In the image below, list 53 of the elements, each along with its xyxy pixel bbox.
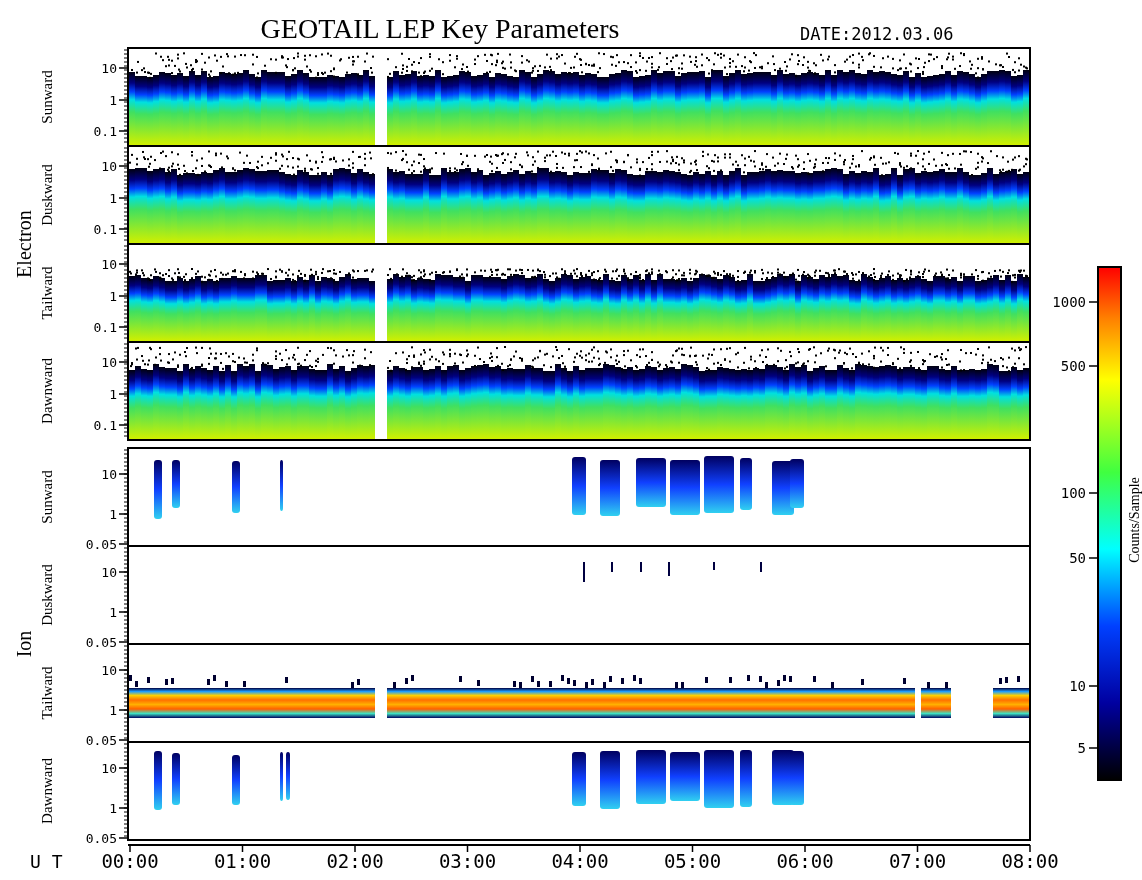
panel-label: Dawnward <box>39 758 55 824</box>
y-tick-label: 1 <box>109 387 117 402</box>
time-axis-label: U T <box>30 851 63 872</box>
panel-label: Tailward <box>39 666 55 720</box>
y-tick-label: 1 <box>109 507 117 522</box>
time-tick-label: 04:00 <box>551 850 609 872</box>
y-tick-label: 0.05 <box>85 733 117 748</box>
group-label: Ion <box>13 630 35 658</box>
y-tick-label: 0.1 <box>93 320 117 335</box>
time-tick-label: 01:00 <box>213 850 272 872</box>
colorbar-tick-label: 100 <box>1060 485 1086 501</box>
y-tick-label: 0.05 <box>85 635 117 650</box>
y-tick-label: 1 <box>109 93 117 108</box>
y-tick-label: 1 <box>109 703 117 718</box>
y-tick-label: 10 <box>101 663 117 678</box>
time-tick-label: 00:00 <box>101 850 159 872</box>
y-tick-label: 10 <box>101 761 117 776</box>
y-tick-label: 10 <box>101 159 117 174</box>
y-tick-label: 0.1 <box>93 222 117 237</box>
y-tick-label: 0.05 <box>85 831 117 846</box>
panel-label: Duskward <box>39 164 55 226</box>
y-tick-label: 10 <box>101 355 117 370</box>
time-tick-label: 02:00 <box>326 850 384 872</box>
colorbar-tick-label: 500 <box>1060 358 1086 374</box>
group-label: Electron <box>13 210 35 278</box>
panel-label: Sunward <box>39 470 55 524</box>
panel-label: Tailward <box>39 266 55 320</box>
colorbar-tick-label: 50 <box>1069 550 1086 566</box>
y-tick-label: 0.1 <box>93 124 117 139</box>
time-tick-label: 06:00 <box>776 850 834 872</box>
y-tick-label: 0.05 <box>85 537 117 552</box>
colorbar-tick-label: 10 <box>1069 678 1086 694</box>
panel-label: Dawnward <box>39 358 55 424</box>
colorbar-label: Counts/Sample <box>1127 477 1142 563</box>
date-label: DATE:2012.03.06 <box>800 24 954 44</box>
y-tick-label: 10 <box>101 257 117 272</box>
time-tick-label: 03:00 <box>438 850 497 872</box>
plot-title: GEOTAIL LEP Key Parameters <box>260 13 620 44</box>
y-tick-label: 1 <box>109 289 117 304</box>
time-tick-label: 05:00 <box>663 850 722 872</box>
y-tick-label: 1 <box>109 605 117 620</box>
y-tick-label: 1 <box>109 801 117 816</box>
panel-label: Sunward <box>39 70 55 124</box>
colorbar-tick-label: 5 <box>1077 740 1086 756</box>
time-tick-label: 08:00 <box>1001 850 1059 872</box>
colorbar-tick-label: 1000 <box>1052 294 1086 310</box>
time-tick-label: 07:00 <box>888 850 947 872</box>
y-tick-label: 0.1 <box>93 418 117 433</box>
y-tick-label: 10 <box>101 565 117 580</box>
panel-label: Duskward <box>39 564 55 626</box>
y-tick-label: 1 <box>109 191 117 206</box>
y-tick-label: 10 <box>101 61 117 76</box>
y-tick-label: 10 <box>101 467 117 482</box>
